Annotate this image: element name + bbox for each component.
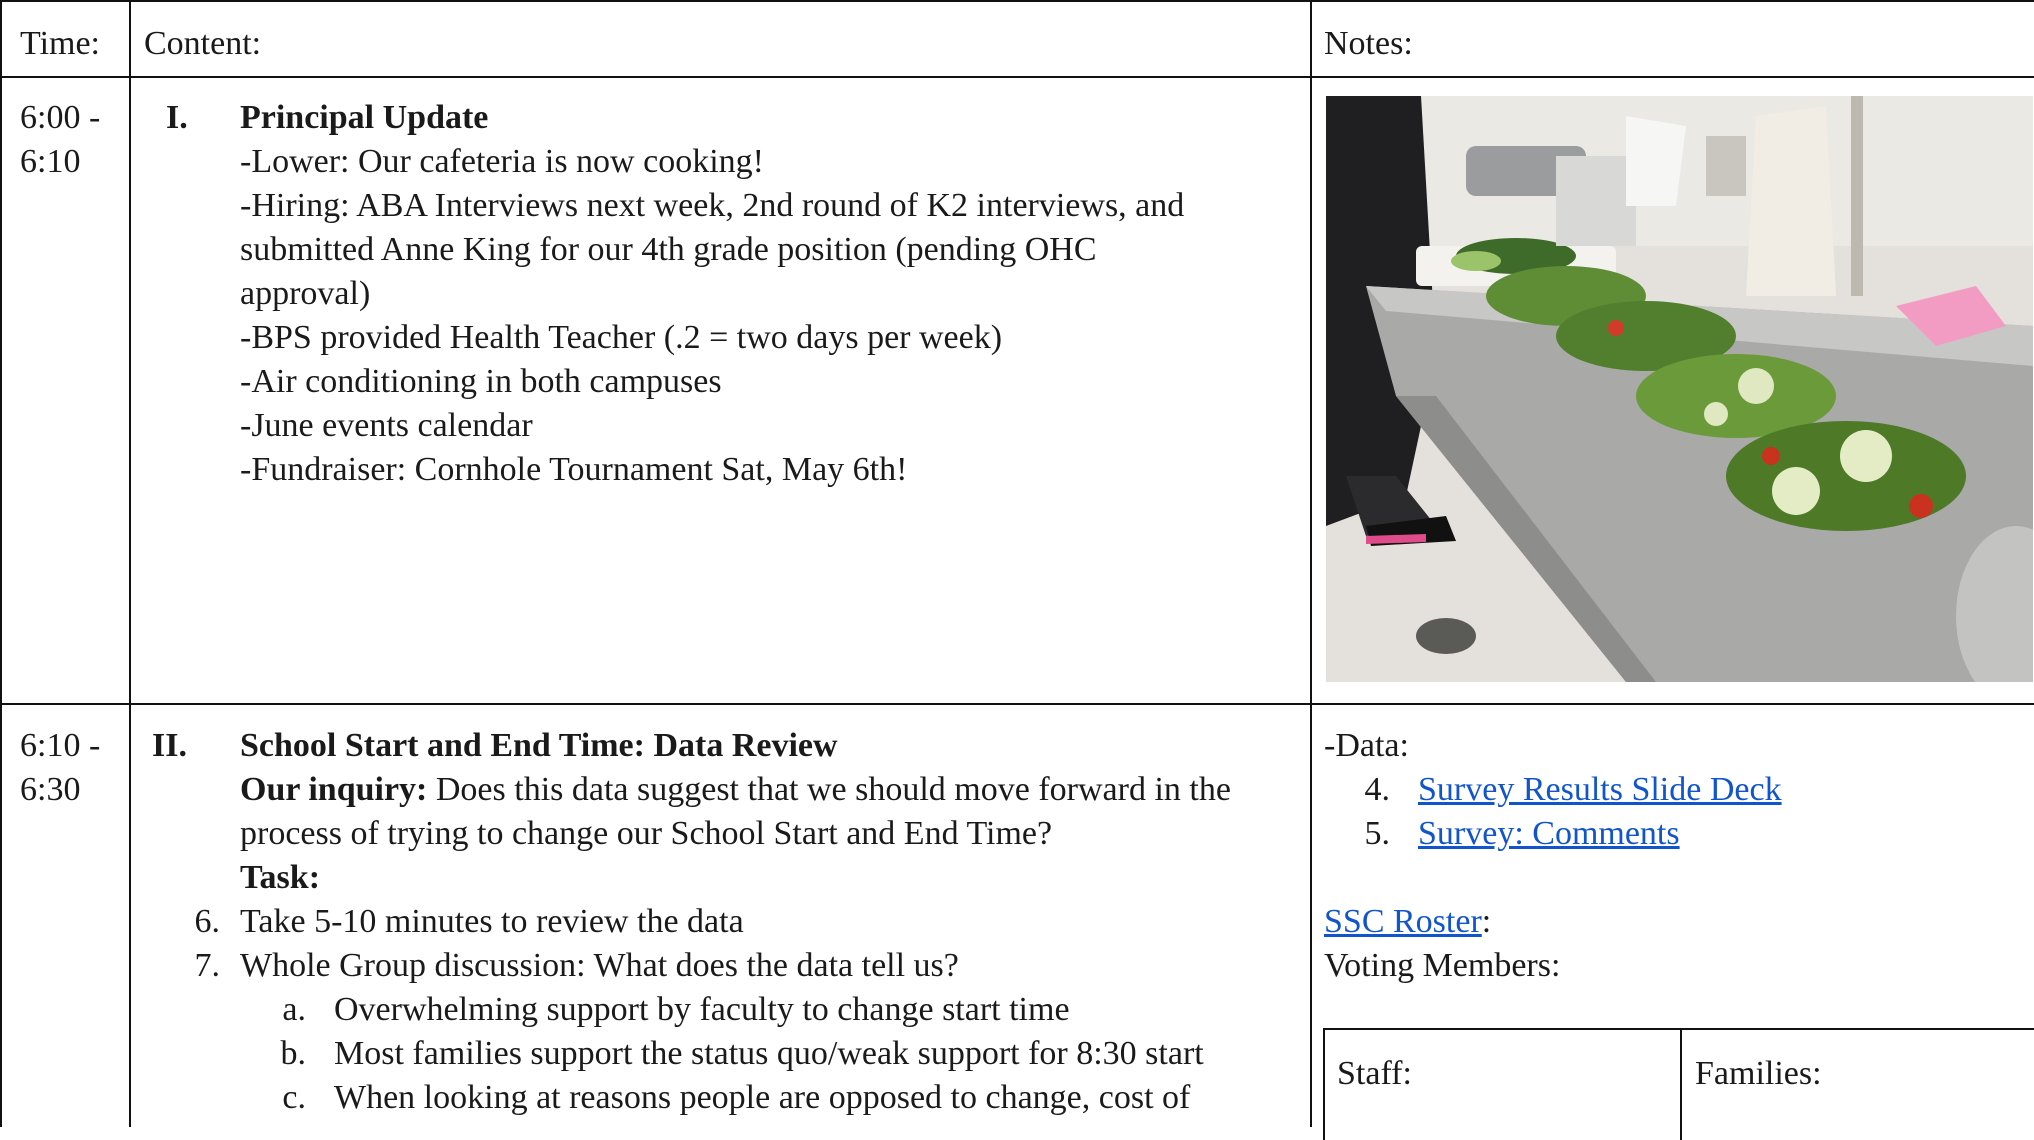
cafeteria-photo <box>1326 96 2033 682</box>
link-number: 4. <box>1364 771 1391 808</box>
row-divider-header <box>0 76 2034 78</box>
row2-notes-data-label: -Data: <box>1324 727 1409 764</box>
row2-time: 6:10 - 6:30 <box>20 724 100 812</box>
row1-line: -Fundraiser: Cornhole Tournament Sat, Ma… <box>240 451 908 488</box>
row2-title: School Start and End Time: Data Review <box>240 727 838 764</box>
survey-comments-link[interactable]: Survey: Comments <box>1418 812 1680 856</box>
table-border-top <box>0 0 2034 2</box>
voting-members-label: Voting Members: <box>1324 947 1561 984</box>
row1-line: -BPS provided Health Teacher (.2 = two d… <box>240 319 1003 356</box>
row2-numeral: II. <box>152 727 187 764</box>
families-label: Families: <box>1695 1055 1822 1092</box>
row1-line: -June events calendar <box>240 407 533 444</box>
substep-letter: b. <box>280 1035 307 1072</box>
step-number: 7. <box>194 947 221 984</box>
header-content: Content: <box>144 25 262 62</box>
row2-inquiry: Our inquiry: Does this data suggest that… <box>240 768 1231 812</box>
row2-inquiry-cont: process of trying to change our School S… <box>240 815 1053 852</box>
col-divider-notes <box>1310 0 1312 1127</box>
row1-time: 6:00 - 6:10 <box>20 96 100 184</box>
survey-results-slide-deck-link[interactable]: Survey Results Slide Deck <box>1418 768 1782 812</box>
step-text: Take 5-10 minutes to review the data <box>240 903 744 940</box>
voting-members-table: Staff: Families: <box>1323 1028 2034 1140</box>
row1-line: -Hiring: ABA Interviews next week, 2nd r… <box>240 187 1185 224</box>
header-notes: Notes: <box>1324 25 1413 62</box>
row1-title: Principal Update <box>240 99 489 136</box>
row1-line: submitted Anne King for our 4th grade po… <box>240 231 1097 268</box>
cafeteria-photo-art <box>1326 96 2033 682</box>
row1-content: Principal Update -Lower: Our cafeteria i… <box>240 96 1184 492</box>
row1-line: -Air conditioning in both campuses <box>240 363 722 400</box>
table-border-left <box>0 0 2 1127</box>
row-divider-1 <box>0 703 2034 705</box>
voting-table-divider <box>1680 1030 1682 1140</box>
task-label: Task: <box>240 859 321 896</box>
row1-line: -Lower: Our cafeteria is now cooking! <box>240 143 764 180</box>
inquiry-label: Our inquiry: <box>240 771 428 808</box>
row2-content: School Start and End Time: Data Review O… <box>240 724 1231 900</box>
ssc-roster-link[interactable]: SSC Roster <box>1324 903 1482 940</box>
substep-letter: a. <box>282 991 306 1028</box>
row1-time-end: 6:10 <box>20 143 81 180</box>
row2-time-end: 6:30 <box>20 771 81 808</box>
step-text: Whole Group discussion: What does the da… <box>240 947 959 984</box>
link-number: 5. <box>1364 815 1391 852</box>
roster-colon: : <box>1481 903 1492 940</box>
agenda-page: Time: Content: Notes: 6:00 - 6:10 I. Pri… <box>0 0 2034 1140</box>
substep-text: Most families support the status quo/wea… <box>334 1035 1204 1072</box>
row1-time-start: 6:00 - <box>20 99 101 136</box>
ssc-roster-line: SSC Roster: <box>1324 900 1491 944</box>
substep-text: When looking at reasons people are oppos… <box>334 1079 1191 1116</box>
inquiry-text: Does this data suggest that we should mo… <box>427 771 1231 808</box>
substep-text: Overwhelming support by faculty to chang… <box>334 991 1070 1028</box>
staff-label: Staff: <box>1337 1055 1412 1092</box>
col-divider-time <box>129 0 131 1127</box>
row2-time-start: 6:10 - <box>20 727 101 764</box>
row1-line: approval) <box>240 275 371 312</box>
row1-numeral: I. <box>166 99 188 136</box>
substep-letter: c. <box>282 1079 306 1116</box>
step-number: 6. <box>194 903 221 940</box>
header-time: Time: <box>20 25 101 62</box>
